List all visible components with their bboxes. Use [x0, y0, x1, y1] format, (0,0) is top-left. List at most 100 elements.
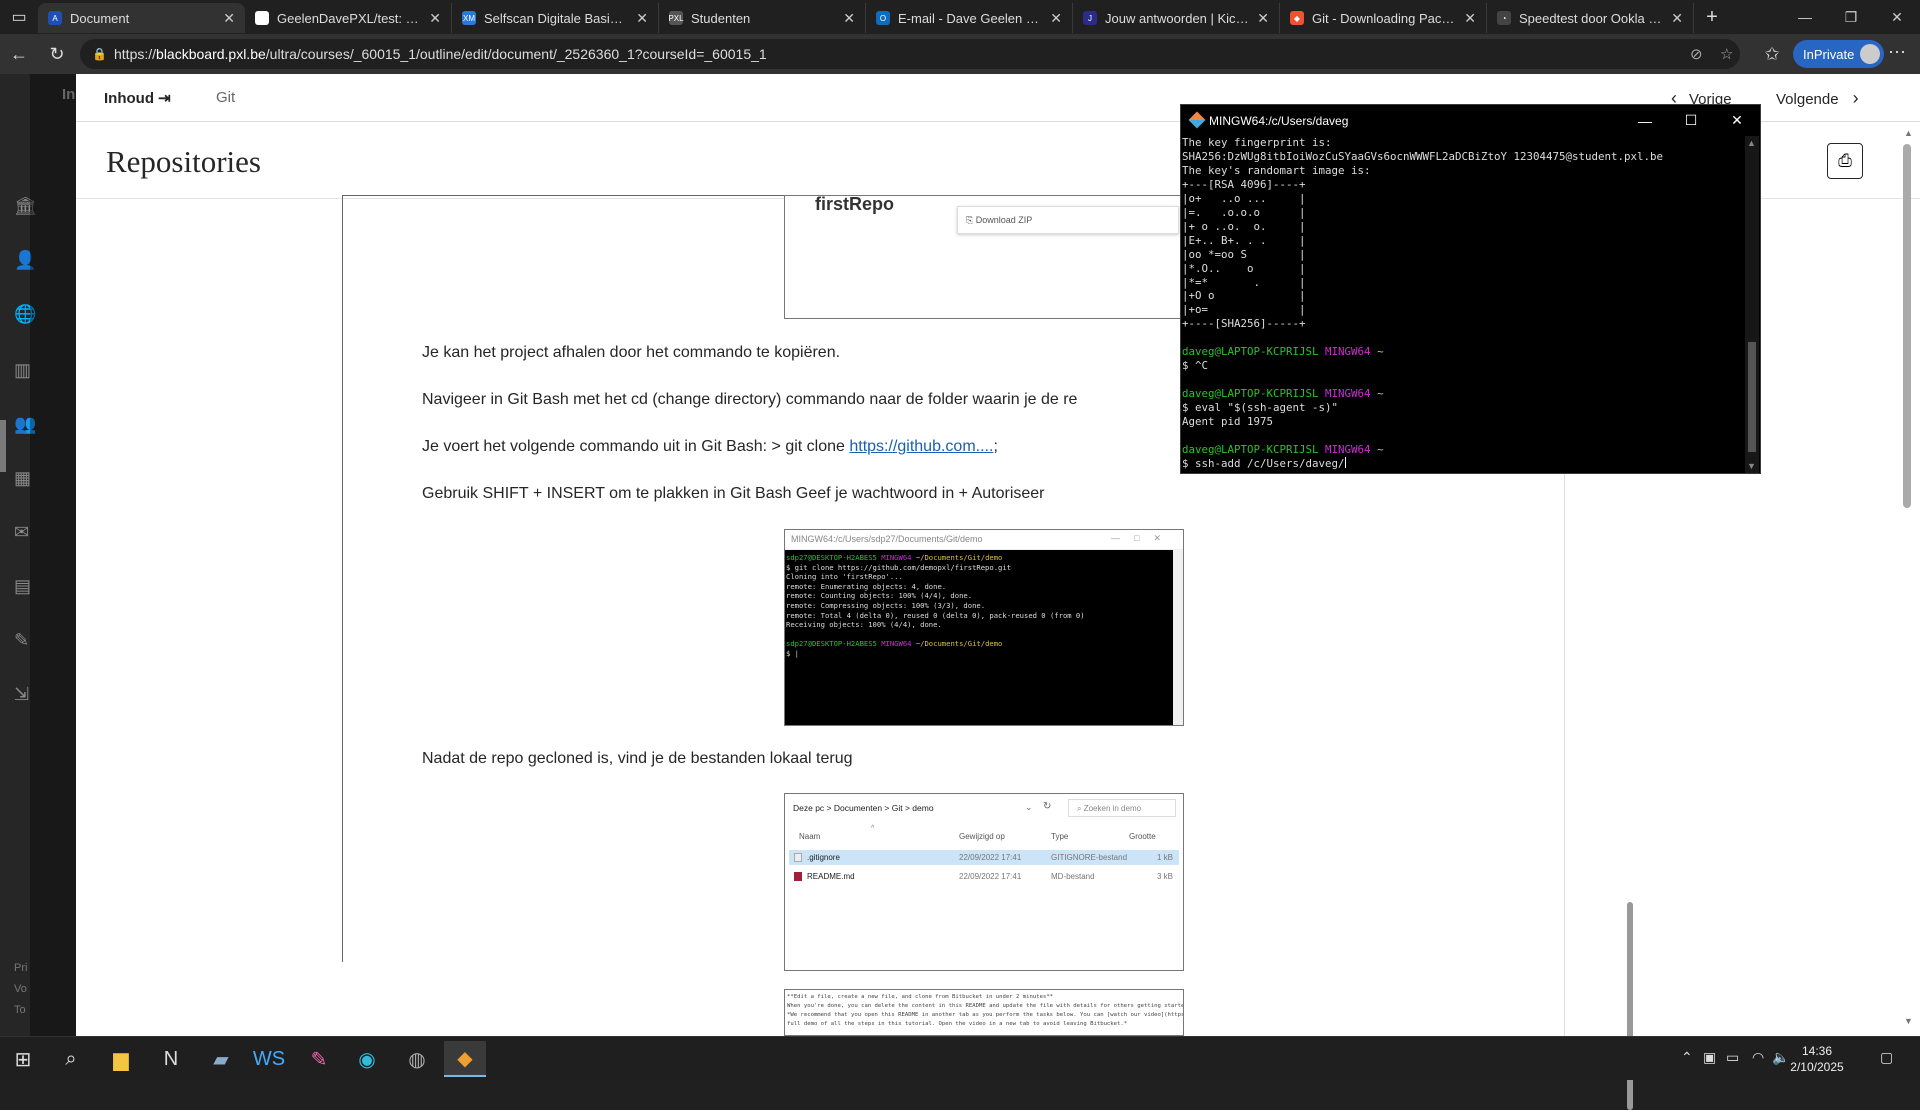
terminal-text: The key fingerprint is: SHA256:DzWUg8itb…: [1182, 136, 1664, 331]
git-bash-window[interactable]: MINGW64:/c/Users/daveg — ☐ ✕ The key fin…: [1180, 104, 1761, 474]
github-link[interactable]: https://github.com....: [849, 438, 993, 455]
page-scrollbar[interactable]: [1903, 144, 1911, 508]
browser-tab[interactable]: ◔ Speedtest door Ookla - De ✕: [1487, 3, 1694, 33]
clock[interactable]: 14:36 2/10/2025: [1790, 1043, 1844, 1075]
app-icon[interactable]: ◍: [396, 1041, 438, 1077]
webstorm-icon[interactable]: WS: [248, 1041, 290, 1077]
avatar: [1860, 44, 1881, 64]
close-window-icon[interactable]: ✕: [1874, 0, 1920, 34]
file-date: 22/09/2022 17:41: [959, 872, 1022, 881]
clock-time: 14:36: [1801, 1044, 1833, 1058]
prompt-env: MINGW64: [881, 553, 912, 562]
inhoud-button[interactable]: Inhoud ⇥: [104, 89, 171, 107]
excalidraw-icon[interactable]: ✎: [298, 1041, 340, 1077]
prompt-user: daveg@LAPTOP-KCPRIJSL: [1182, 345, 1319, 359]
terminal-title: MINGW64:/c/Users/sdp27/Documents/Git/dem…: [791, 534, 983, 544]
minimize-icon[interactable]: —: [1782, 0, 1828, 34]
wifi-icon[interactable]: ◠: [1752, 1049, 1764, 1066]
download-zip-button: ⎘ Download ZIP: [957, 206, 1179, 234]
chevron-down-icon: ⌄: [1025, 802, 1033, 812]
notion-icon[interactable]: N: [150, 1041, 192, 1077]
tab-close-icon[interactable]: ✕: [843, 10, 855, 27]
browser-tab[interactable]: A Document ✕: [38, 3, 245, 33]
tab-close-icon[interactable]: ✕: [429, 10, 441, 27]
browser-tab[interactable]: ◆ Git - Downloading Package ✕: [1280, 3, 1487, 33]
close-icon[interactable]: ✕: [1714, 105, 1760, 136]
restore-icon[interactable]: ❐: [1828, 0, 1874, 34]
notifications-icon[interactable]: ▢: [1880, 1049, 1893, 1066]
edge-icon[interactable]: ◉: [346, 1041, 388, 1077]
prompt-env: MINGW64: [1325, 345, 1371, 359]
tab-close-icon[interactable]: ✕: [223, 10, 235, 27]
prompt-user: daveg@LAPTOP-KCPRIJSL: [1182, 442, 1319, 456]
favorite-star-icon[interactable]: ☆: [1720, 45, 1733, 63]
refresh-icon[interactable]: ↻: [38, 44, 76, 65]
refresh-icon: ↻: [1043, 801, 1052, 812]
tab-close-icon[interactable]: ✕: [1050, 10, 1062, 27]
command-line: $ eval "$(ssh-agent -s)": [1182, 401, 1339, 415]
table-row: .gitignore 22/09/2022 17:41 GITIGNORE-be…: [789, 850, 1179, 865]
tracking-prevention-icon[interactable]: ⊘: [1690, 45, 1703, 63]
prompt-path: ~: [1377, 345, 1384, 359]
print-icon[interactable]: ⎙: [1827, 143, 1863, 179]
address-bar-row: ← ↻ 🔒 https://blackboard.pxl.be/ultra/co…: [0, 34, 1920, 74]
git-bash-scrollbar[interactable]: ▲ ▼: [1745, 136, 1759, 473]
scroll-thumb[interactable]: [1748, 342, 1756, 452]
search-placeholder: Zoeken in demo: [1083, 804, 1142, 813]
browser-tab[interactable]: PXL Studenten ✕: [659, 3, 866, 33]
tab-actions-icon[interactable]: ▭: [0, 0, 38, 34]
prompt-user: daveg@LAPTOP-KCPRIJSL: [1182, 387, 1319, 401]
battery-icon[interactable]: ▭: [1726, 1049, 1739, 1066]
file-explorer-icon[interactable]: ▆: [100, 1041, 142, 1077]
explorer-screenshot: Deze pc > Documenten > Git > demo ⌄ ↻ ⌕ …: [784, 793, 1184, 971]
new-tab-button[interactable]: +: [1694, 6, 1730, 29]
volume-icon[interactable]: 🔈: [1772, 1049, 1789, 1066]
git-bash-taskbar-icon[interactable]: ◆: [444, 1041, 486, 1077]
browser-tab[interactable]: XM Selfscan Digitale Basisgelet ✕: [452, 3, 659, 33]
url-field[interactable]: 🔒 https://blackboard.pxl.be/ultra/course…: [80, 39, 1740, 69]
tab-close-icon[interactable]: ✕: [636, 10, 648, 27]
git-bash-titlebar[interactable]: MINGW64:/c/Users/daveg — ☐ ✕: [1181, 105, 1760, 136]
breadcrumb[interactable]: Git: [216, 89, 235, 106]
display-icon[interactable]: ▣: [1703, 1049, 1716, 1066]
explorer-path: Deze pc > Documenten > Git > demo: [793, 803, 934, 813]
tab-close-icon[interactable]: ✕: [1464, 10, 1476, 27]
browser-tab[interactable]: ● GeelenDavePXL/test: gewo ✕: [245, 3, 452, 33]
git-bash-output[interactable]: The key fingerprint is: SHA256:DzWUg8itb…: [1181, 136, 1760, 471]
chevron-up-icon[interactable]: ⌃: [1681, 1049, 1693, 1066]
scroll-up-icon[interactable]: ▲: [1747, 138, 1756, 148]
readme-line: full demo of all the steps in this tutor…: [787, 1021, 1128, 1027]
minimize-icon[interactable]: —: [1622, 105, 1668, 136]
command-line: $ ^C: [1182, 359, 1209, 373]
scroll-down-icon[interactable]: ▼: [1904, 1016, 1913, 1026]
inprivate-badge[interactable]: InPrivate: [1793, 40, 1885, 68]
tab-close-icon[interactable]: ✕: [1671, 10, 1683, 27]
maximize-icon[interactable]: ☐: [1668, 105, 1714, 136]
chevron-right-icon: ›: [1852, 88, 1859, 108]
tab-favicon-icon: O: [876, 11, 890, 25]
browser-tab[interactable]: O E-mail - Dave Geelen - Outl ✕: [866, 3, 1073, 33]
lock-icon[interactable]: 🔒: [92, 47, 107, 61]
tab-title: Jouw antwoorden | Kickstar: [1105, 10, 1250, 26]
git-bash-title: MINGW64:/c/Users/daveg: [1209, 113, 1349, 128]
browser-tab-bar: ▭ A Document ✕ ● GeelenDavePXL/test: gewo ✕ XM…: [0, 0, 1920, 34]
tab-title: Speedtest door Ookla - De: [1519, 10, 1664, 26]
file-icon: [794, 872, 802, 881]
tab-close-icon[interactable]: ✕: [1257, 10, 1269, 27]
terminal-line: remote: Enumerating objects: 4, done.: [786, 581, 947, 591]
back-icon[interactable]: ←: [0, 44, 38, 65]
url-host: blackboard.pxl.be: [156, 46, 266, 62]
search-icon[interactable]: ⌕: [50, 1041, 92, 1077]
more-options-icon[interactable]: ⋯: [1888, 42, 1906, 63]
terminal-line: remote: Counting objects: 100% (4/4), do…: [786, 591, 973, 601]
readme-line: *We recommend that you open this README …: [787, 1012, 1184, 1018]
paragraph: Je voert het volgende commando uit in Gi…: [422, 438, 998, 456]
favorites-icon[interactable]: ✩: [1753, 44, 1791, 65]
notepad-icon[interactable]: ▰: [200, 1041, 242, 1077]
browser-tab[interactable]: J Jouw antwoorden | Kickstar ✕: [1073, 3, 1280, 33]
tab-title: Selfscan Digitale Basisgelet: [484, 10, 628, 26]
next-button[interactable]: Volgende ›: [1776, 88, 1859, 109]
scroll-down-icon[interactable]: ▼: [1747, 461, 1756, 471]
scroll-up-icon[interactable]: ▲: [1904, 128, 1913, 138]
windows-start-icon[interactable]: ⊞: [2, 1041, 44, 1077]
